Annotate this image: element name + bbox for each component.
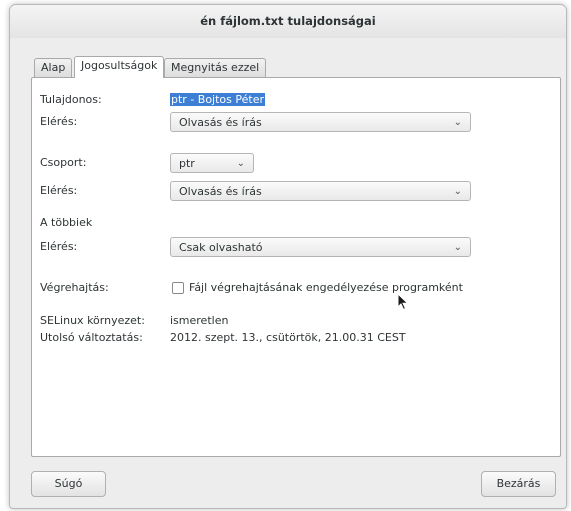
tab-permissions[interactable]: Jogosultságok [74, 56, 165, 78]
execute-label: Végrehajtás: [40, 281, 109, 294]
others-access-dropdown[interactable]: Csak olvasható ⌄ [170, 237, 471, 257]
help-button[interactable]: Súgó [31, 471, 106, 497]
owner-access-label: Elérés: [40, 115, 78, 128]
selinux-label: SELinux környezet: [40, 314, 145, 327]
others-heading: A többiek [40, 216, 93, 229]
modified-label: Utolsó változtatás: [40, 331, 143, 344]
execute-checkbox[interactable] [172, 282, 184, 294]
window-title: én fájlom.txt tulajdonságai [10, 5, 566, 38]
owner-value[interactable]: ptr - Bojtos Péter [170, 93, 265, 106]
group-dropdown[interactable]: ptr ⌄ [170, 153, 254, 173]
owner-label: Tulajdonos: [40, 93, 102, 106]
close-button[interactable]: Bezárás [481, 471, 556, 497]
permissions-panel: Tulajdonos: ptr - Bojtos Péter Elérés: O… [31, 77, 561, 457]
tab-basic[interactable]: Alap [34, 58, 73, 77]
group-access-dropdown[interactable]: Olvasás és írás ⌄ [170, 181, 471, 201]
mouse-pointer-icon [397, 292, 409, 314]
chevron-down-icon: ⌄ [453, 117, 462, 128]
properties-dialog: én fájlom.txt tulajdonságai Alap Jogosul… [9, 4, 567, 509]
tab-open-with[interactable]: Megnyitás ezzel [164, 58, 267, 77]
selinux-value: ismeretlen [170, 314, 229, 327]
others-access-value: Csak olvasható [179, 241, 263, 254]
group-access-value: Olvasás és írás [179, 185, 262, 198]
group-label: Csoport: [40, 156, 87, 169]
chevron-down-icon: ⌄ [453, 242, 462, 253]
group-value: ptr [179, 157, 195, 170]
chevron-down-icon: ⌄ [453, 186, 462, 197]
chevron-down-icon: ⌄ [236, 158, 245, 169]
owner-access-value: Olvasás és írás [179, 116, 262, 129]
group-access-label: Elérés: [40, 184, 78, 197]
execute-checkbox-label[interactable]: Fájl végrehajtásának engedélyezése progr… [189, 281, 463, 294]
owner-access-dropdown[interactable]: Olvasás és írás ⌄ [170, 112, 471, 132]
others-access-label: Elérés: [40, 240, 78, 253]
modified-value: 2012. szept. 13., csütörtök, 21.00.31 CE… [170, 331, 406, 344]
